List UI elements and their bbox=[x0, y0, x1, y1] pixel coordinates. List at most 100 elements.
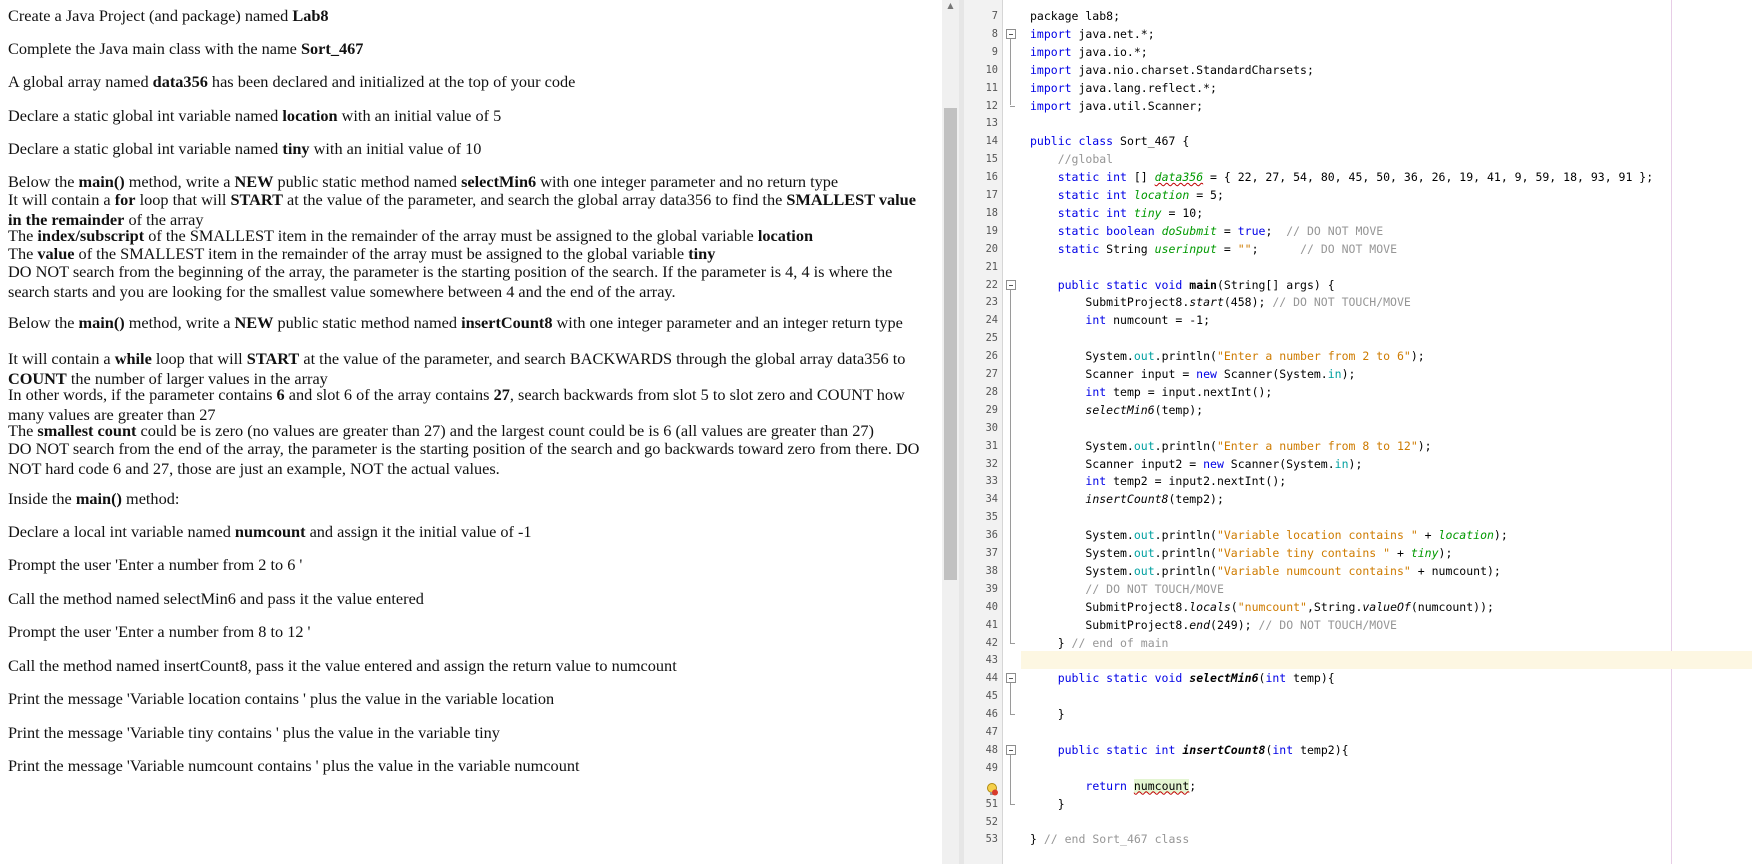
code-line[interactable]: SubmitProject8.locals("numcount",String.… bbox=[1030, 598, 1494, 616]
code-line[interactable]: // DO NOT TOUCH/MOVE bbox=[1030, 580, 1223, 598]
code-line[interactable]: } // end Sort_467 class bbox=[1030, 830, 1189, 848]
code-token: static int bbox=[1057, 170, 1127, 185]
code-line[interactable]: } bbox=[1030, 705, 1065, 723]
instruction-line: Create a Java Project (and package) name… bbox=[8, 6, 932, 26]
fold-toggle-icon[interactable] bbox=[1006, 28, 1016, 39]
line-number: 35 bbox=[985, 511, 998, 524]
code-line[interactable]: public class Sort_467 { bbox=[1030, 132, 1189, 150]
code-line[interactable]: } // end of main bbox=[1030, 634, 1169, 652]
line-number: 12 bbox=[985, 99, 998, 112]
scrollbar-thumb[interactable] bbox=[944, 108, 957, 580]
line-number: 27 bbox=[985, 368, 998, 380]
line-number: 29 bbox=[985, 403, 998, 416]
code-line[interactable]: static boolean doSubmit = true; // DO NO… bbox=[1030, 222, 1383, 240]
line-number: 47 bbox=[985, 726, 998, 738]
instruction-text: DO NOT search from the end of the array,… bbox=[8, 439, 920, 478]
code-line[interactable]: static String userinput = ""; // DO NOT … bbox=[1030, 240, 1397, 258]
code-token: int bbox=[1085, 384, 1107, 399]
code-line[interactable]: SubmitProject8.end(249); // DO NOT TOUCH… bbox=[1030, 616, 1397, 634]
code-line[interactable]: Scanner input = new Scanner(System.in); bbox=[1030, 365, 1355, 383]
code-token: = { 22, 27, 54, 80, 45, 50, 36, 26, 19, … bbox=[1203, 170, 1654, 185]
code-line[interactable]: insertCount8(temp2); bbox=[1030, 490, 1224, 508]
code-line[interactable]: import java.lang.reflect.*; bbox=[1030, 79, 1217, 97]
code-line[interactable]: System.out.println("Variable numcount co… bbox=[1030, 562, 1500, 580]
code-line[interactable]: public static void selectMin6(int temp){ bbox=[1030, 669, 1335, 687]
code-token: System. bbox=[1030, 546, 1134, 560]
code-line[interactable]: } bbox=[1030, 795, 1065, 813]
code-token: java.nio.charset.StandardCharsets; bbox=[1071, 62, 1314, 77]
code-token: "Variable location contains " bbox=[1216, 528, 1418, 543]
line-number: 32 bbox=[985, 457, 998, 470]
code-line[interactable]: SubmitProject8.start(458); // DO NOT TOU… bbox=[1030, 293, 1410, 311]
instruction-line: Prompt the user 'Enter a number from 8 t… bbox=[8, 622, 932, 642]
code-line[interactable]: return numcount; bbox=[1030, 777, 1196, 795]
code-token: "" bbox=[1237, 241, 1252, 256]
emphasis-text: insertCount8 bbox=[461, 313, 553, 332]
code-line[interactable]: //global bbox=[1030, 150, 1113, 168]
code-line[interactable]: selectMin6(temp); bbox=[1030, 401, 1203, 419]
fold-end bbox=[1010, 642, 1015, 644]
line-number: 38 bbox=[985, 564, 998, 577]
line-number: 10 bbox=[985, 63, 998, 76]
code-token: System. bbox=[1030, 438, 1134, 453]
code-line[interactable]: System.out.println("Variable location co… bbox=[1030, 526, 1507, 544]
fold-toggle-icon[interactable] bbox=[1006, 744, 1016, 755]
code-token: ; bbox=[1251, 241, 1301, 256]
code-token: int bbox=[1085, 313, 1107, 328]
code-line[interactable]: int temp2 = input2.nextInt(); bbox=[1030, 472, 1286, 490]
line-number: 41 bbox=[985, 618, 998, 631]
instruction-text: public static method named bbox=[273, 313, 462, 332]
instructions-scrollbar[interactable]: ▲ bbox=[942, 0, 959, 864]
line-number: 11 bbox=[985, 81, 998, 94]
code-line[interactable]: static int location = 5; bbox=[1030, 186, 1224, 204]
code-token: + bbox=[1390, 546, 1411, 560]
line-number bbox=[964, 777, 998, 795]
instruction-text: Print the message 'Variable numcount con… bbox=[8, 756, 580, 775]
code-token: ); bbox=[1438, 546, 1453, 560]
code-line[interactable]: System.out.println("Variable tiny contai… bbox=[1030, 544, 1452, 562]
code-line[interactable]: static int tiny = 10; bbox=[1030, 204, 1203, 222]
code-line[interactable]: int numcount = -1; bbox=[1030, 311, 1210, 329]
line-number: 46 bbox=[985, 708, 998, 721]
fold-toggle-icon[interactable] bbox=[1006, 279, 1016, 290]
code-token: userinput bbox=[1154, 241, 1217, 256]
emphasis-text: while bbox=[114, 349, 152, 368]
code-line[interactable]: package lab8; bbox=[1030, 7, 1120, 25]
code-token: (temp); bbox=[1154, 402, 1204, 417]
code-line[interactable]: int temp = input.nextInt(); bbox=[1030, 383, 1272, 401]
instruction-text: loop that will bbox=[135, 190, 231, 209]
emphasis-text: for bbox=[114, 190, 136, 209]
code-line[interactable]: public static void main(String[] args) { bbox=[1030, 276, 1335, 294]
code-token: out bbox=[1133, 546, 1155, 560]
code-line[interactable]: System.out.println("Enter a number from … bbox=[1030, 437, 1431, 455]
emphasis-text: data356 bbox=[152, 72, 208, 91]
code-line[interactable]: public static int insertCount8(int temp2… bbox=[1030, 741, 1349, 759]
code-token: (249); bbox=[1210, 617, 1259, 632]
code-line[interactable]: import java.io.*; bbox=[1030, 43, 1148, 61]
code-token: .println( bbox=[1154, 438, 1217, 453]
code-token: public static void bbox=[1057, 671, 1183, 686]
code-line[interactable]: import java.net.*; bbox=[1030, 25, 1155, 43]
code-token: "Variable numcount contains" bbox=[1216, 563, 1411, 578]
instruction-text: It will contain a bbox=[8, 349, 115, 368]
code-line[interactable]: import java.nio.charset.StandardCharsets… bbox=[1030, 61, 1314, 79]
code-editor[interactable]: package lab8; import java.net.*; import ja… bbox=[964, 0, 1752, 864]
code-token: "Enter a number from 2 to 6" bbox=[1216, 349, 1411, 364]
code-token: (temp2); bbox=[1168, 492, 1224, 507]
code-token: = bbox=[1216, 241, 1238, 256]
code-token: int bbox=[1265, 671, 1287, 686]
code-line[interactable]: Scanner input2 = new Scanner(System.in); bbox=[1030, 455, 1362, 473]
code-line[interactable]: static int [] data356 = { 22, 27, 54, 80… bbox=[1030, 168, 1653, 186]
code-token: public static int bbox=[1057, 742, 1176, 757]
right-margin-guide bbox=[1671, 0, 1672, 864]
code-line[interactable]: System.out.println("Enter a number from … bbox=[1030, 347, 1424, 365]
code-token: out bbox=[1133, 563, 1155, 578]
scroll-up-arrow-icon[interactable]: ▲ bbox=[942, 0, 959, 12]
fold-toggle-icon[interactable] bbox=[1006, 673, 1016, 684]
instruction-text: Declare a static global int variable nam… bbox=[8, 139, 283, 158]
code-line[interactable]: import java.util.Scanner; bbox=[1030, 97, 1203, 115]
